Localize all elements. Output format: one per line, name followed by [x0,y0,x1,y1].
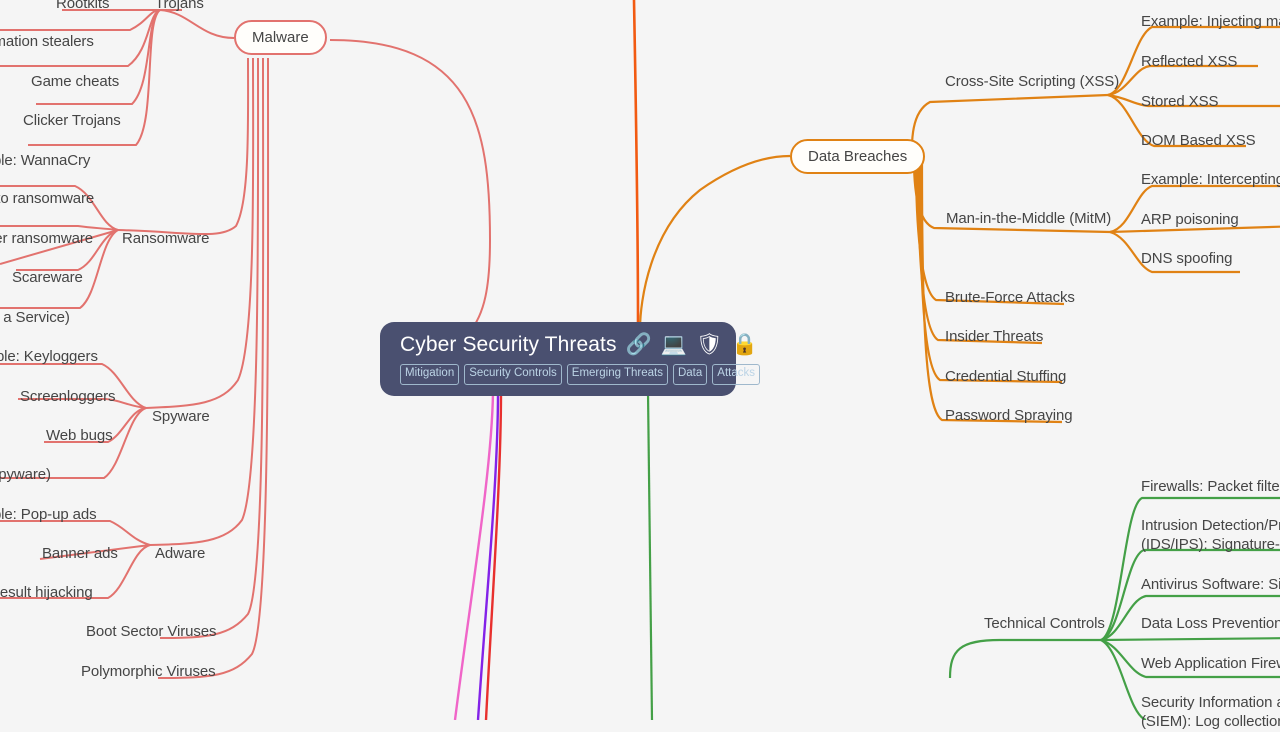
tag-mitigation[interactable]: Mitigation [400,364,460,385]
mindmap-label[interactable]: Security Information and Event Managemen… [1141,694,1280,732]
malware-node-label: Malware [252,29,309,46]
mindmap-label[interactable]: Insider Threats [945,328,1043,347]
mindmap-label[interactable]: Example: Keyloggers [0,348,98,367]
mindmap-label[interactable]: Scareware [12,269,83,288]
data-breaches-node[interactable]: Data Breaches [790,139,926,174]
mindmap-label[interactable]: Rootkits [56,0,109,14]
mindmap-label[interactable]: Trojans [155,0,204,14]
shield-icon: 🛡 [695,333,723,356]
tag-data[interactable]: Data [672,364,708,385]
mindmap-label[interactable]: Stored XSS [1141,93,1280,112]
mindmap-label[interactable]: Example: Pop-up ads [0,506,97,525]
mindmap-label[interactable]: Intrusion Detection/Prevention Systems (… [1141,517,1280,555]
mindmap-label[interactable]: Adware [155,545,205,564]
mindmap-label[interactable]: Antivirus Software: Signature-based [1141,576,1280,595]
mindmap-label[interactable]: Web bugs [46,427,113,446]
mindmap-label[interactable]: RaaS (Ransomware as a Service) [0,309,70,328]
central-node-title: Cyber Security Threats 🔗 💻 🛡 🔒 [400,333,758,356]
mindmap-label[interactable]: DOM Based XSS [1141,132,1280,151]
mindmap-label[interactable]: Man-in-the-Middle (MitM) [946,210,1111,229]
mindmap-label[interactable]: Example: Injecting malicious scripts [1141,13,1280,32]
mindmap-label[interactable]: Clicker Trojans [23,112,121,131]
mindmap-label[interactable]: Credential Stuffing [945,368,1066,387]
mindmap-label[interactable]: Web Application Firewalls (WAF) [1141,655,1280,674]
mindmap-label[interactable]: Brute-Force Attacks [945,289,1075,308]
mindmap-label[interactable]: Ransomware [122,230,209,249]
malware-node[interactable]: Malware [234,20,327,55]
mindmap-label[interactable]: Technical Controls [984,615,1105,634]
mindmap-label[interactable]: Boot Sector Viruses [86,623,216,642]
mindmap-label[interactable]: Example: WannaCry [0,152,90,171]
tag-emerging-threats[interactable]: Emerging Threats [566,364,668,385]
mindmap-label[interactable]: DNS spoofing [1141,250,1280,269]
central-node[interactable]: Cyber Security Threats 🔗 💻 🛡 🔒 Mitigatio… [380,322,760,396]
mindmap-label[interactable]: Screenloggers [20,388,116,407]
mindmap-label[interactable]: Trojans (bundled with spyware) [0,466,51,485]
mindmap-label[interactable]: ARP poisoning [1141,211,1280,230]
mindmap-label[interactable]: Banner ads [42,545,118,564]
mindmap-label[interactable]: Locker ransomware [0,230,93,249]
tag-row: Mitigation Security Controls Emerging Th… [400,364,760,385]
mindmap-label[interactable]: Example: Intercepting communications [1141,171,1280,190]
laptop-icon: 💻 [660,333,687,356]
tag-security-controls[interactable]: Security Controls [464,364,562,385]
lock-icon: 🔒 [731,333,758,356]
mindmap-label[interactable]: Reflected XSS [1141,53,1280,72]
link-icon: 🔗 [625,333,652,356]
mindmap-label[interactable]: Polymorphic Viruses [81,663,216,682]
mindmap-label[interactable]: Password Spraying [945,407,1073,426]
mindmap-label[interactable]: Data Loss Prevention (DLP) [1141,615,1280,634]
mindmap-label[interactable]: Firewalls: Packet filtering [1141,478,1280,497]
mindmap-label[interactable]: Spyware [152,408,210,427]
mindmap-label[interactable]: Information stealers [0,33,94,52]
mindmap-label[interactable]: Crypto ransomware [0,190,94,209]
mindmap-label[interactable]: Game cheats [31,73,119,92]
data-breaches-node-label: Data Breaches [808,148,908,165]
mindmap-label[interactable]: Search result hijacking [0,584,93,603]
mindmap-label[interactable]: Cross-Site Scripting (XSS) [945,73,1119,92]
tag-attacks[interactable]: Attacks [712,364,760,385]
central-title-text: Cyber Security Threats [400,333,617,356]
